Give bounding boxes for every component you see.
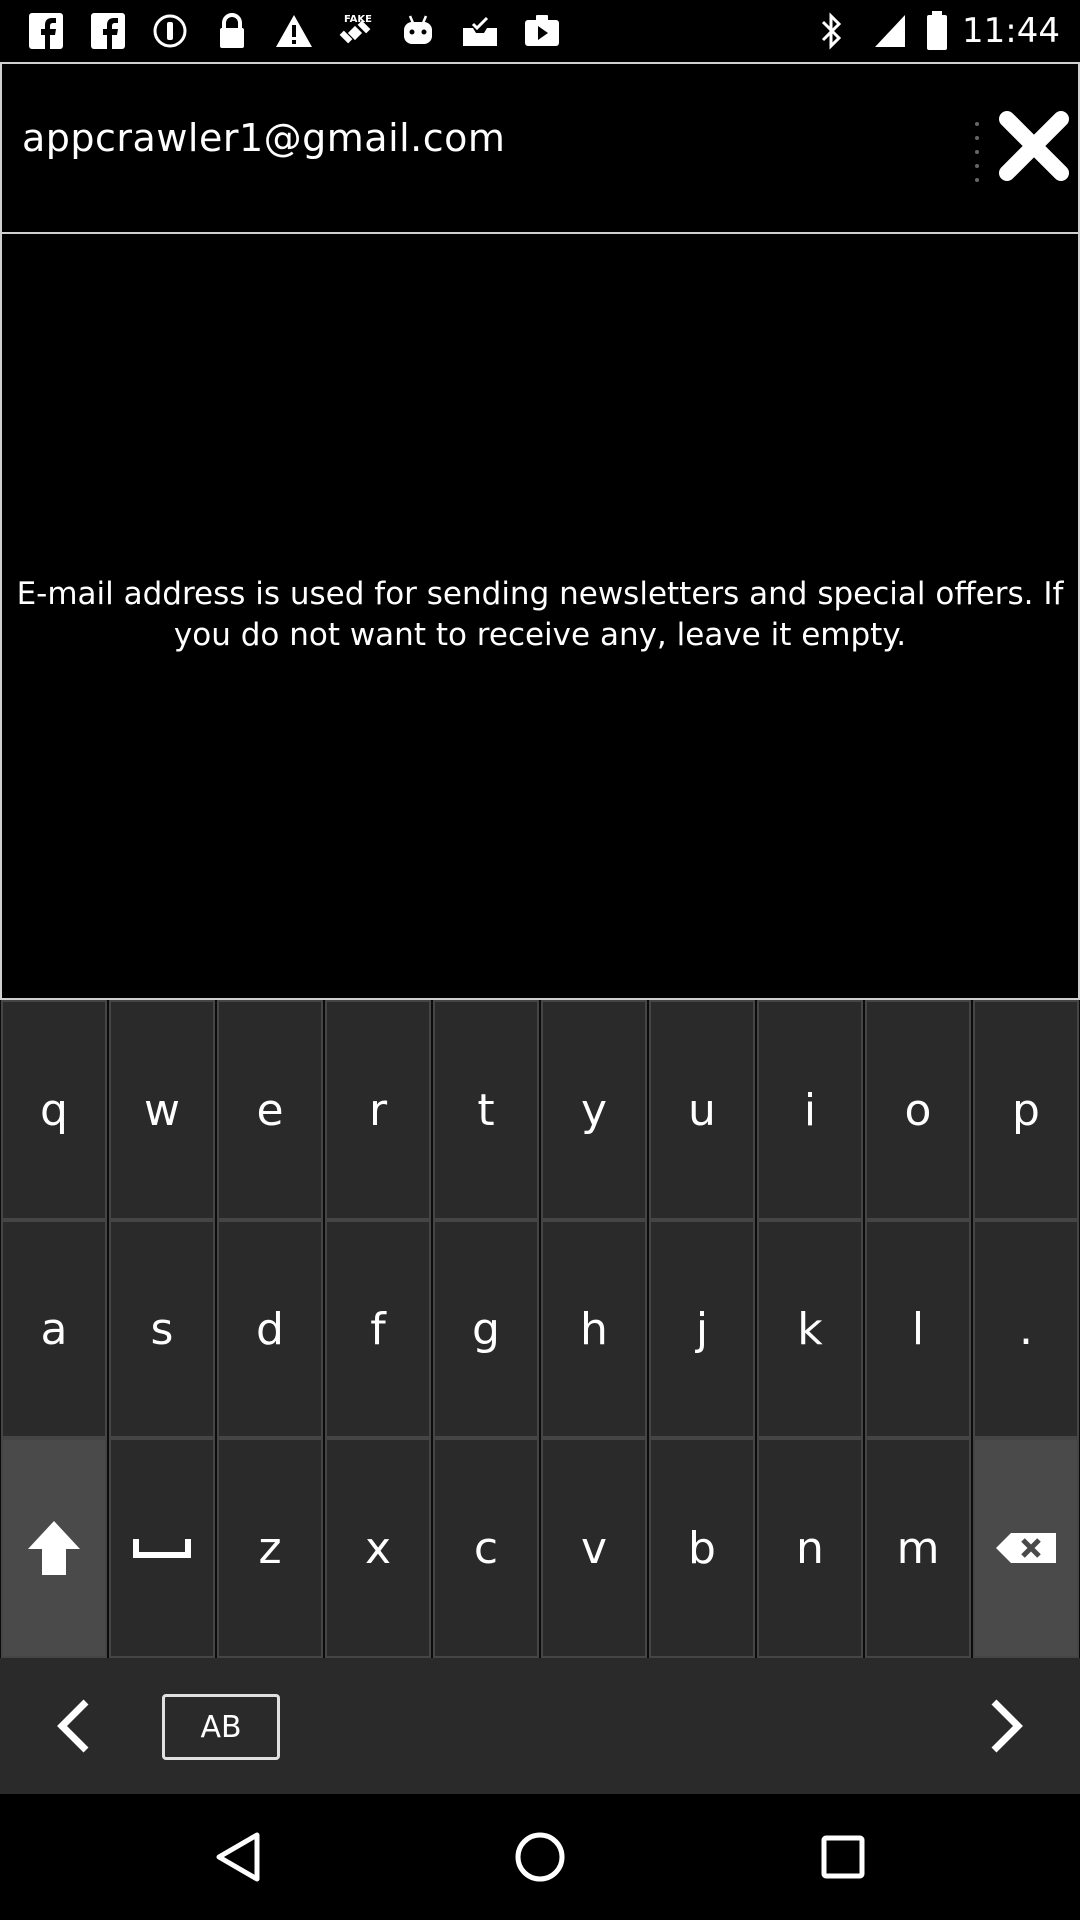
backspace-key[interactable] [973,1438,1079,1658]
bluetooth-icon [810,11,854,51]
warning-icon [272,11,316,51]
key-x[interactable]: x [325,1438,431,1658]
more-options-icon[interactable] [962,122,992,182]
status-bar: FAKE 11:44 [0,0,1080,62]
key-g[interactable]: g [433,1220,539,1438]
home-circle-icon [515,1832,565,1882]
info-panel: E-mail address is used for sending newsl… [0,234,1080,1000]
key-w[interactable]: w [109,1000,215,1220]
key-e[interactable]: e [217,1000,323,1220]
key-f[interactable]: f [325,1220,431,1438]
newsletter-info-text: E-mail address is used for sending newsl… [16,576,1064,653]
key-l[interactable]: l [865,1220,971,1438]
key-s[interactable]: s [109,1220,215,1438]
battery-icon [926,11,948,51]
facebook-icon [24,11,68,51]
key-m[interactable]: m [865,1438,971,1658]
space-icon [133,1539,191,1558]
email-field[interactable]: appcrawler1@gmail.com [0,62,1080,234]
fake-gps-icon: FAKE [334,11,378,51]
key-v[interactable]: v [541,1438,647,1658]
key-r[interactable]: r [325,1000,431,1220]
key-p[interactable]: p [973,1000,1079,1220]
backspace-icon [996,1533,1056,1563]
key-t[interactable]: t [433,1000,539,1220]
video-icon [520,11,564,51]
home-button[interactable] [505,1822,575,1892]
close-icon [999,111,1069,181]
svg-text:FAKE: FAKE [344,14,372,25]
key-k[interactable]: k [757,1220,863,1438]
back-button[interactable] [203,1822,273,1892]
inbox-icon [458,11,502,51]
next-button[interactable] [966,1686,1046,1766]
recents-button[interactable] [808,1822,878,1892]
key-o[interactable]: o [865,1000,971,1220]
keyboard-mode-button[interactable]: AB [162,1694,280,1760]
key-h[interactable]: h [541,1220,647,1438]
key-j[interactable]: j [649,1220,755,1438]
key-a[interactable]: a [1,1220,107,1438]
clear-button[interactable] [992,104,1076,188]
key-q[interactable]: q [1,1000,107,1220]
key-d[interactable]: d [217,1220,323,1438]
key-period[interactable]: . [973,1220,1079,1438]
signal-icon [868,11,912,51]
key-n[interactable]: n [757,1438,863,1658]
recents-square-icon [821,1835,865,1879]
android-icon [396,11,440,51]
email-input-value[interactable]: appcrawler1@gmail.com [22,116,505,160]
clock: 11:44 [962,11,1060,51]
notification-icons: FAKE [24,10,564,52]
key-b[interactable]: b [649,1438,755,1658]
system-navigation-bar [0,1794,1080,1920]
lock-icon [210,11,254,51]
chevron-right-icon [991,1699,1023,1753]
facebook-icon [86,11,130,51]
arrow-up-icon [28,1521,80,1575]
previous-button[interactable] [34,1686,114,1766]
key-u[interactable]: u [649,1000,755,1220]
keyboard-bottom-bar: AB [0,1658,1080,1794]
space-key[interactable] [109,1438,215,1658]
key-z[interactable]: z [217,1438,323,1658]
system-status: 11:44 [810,10,1060,52]
info-icon [148,11,192,51]
key-i[interactable]: i [757,1000,863,1220]
key-y[interactable]: y [541,1000,647,1220]
key-c[interactable]: c [433,1438,539,1658]
back-triangle-icon [216,1832,260,1882]
chevron-left-icon [57,1699,89,1753]
shift-key[interactable] [1,1438,107,1658]
